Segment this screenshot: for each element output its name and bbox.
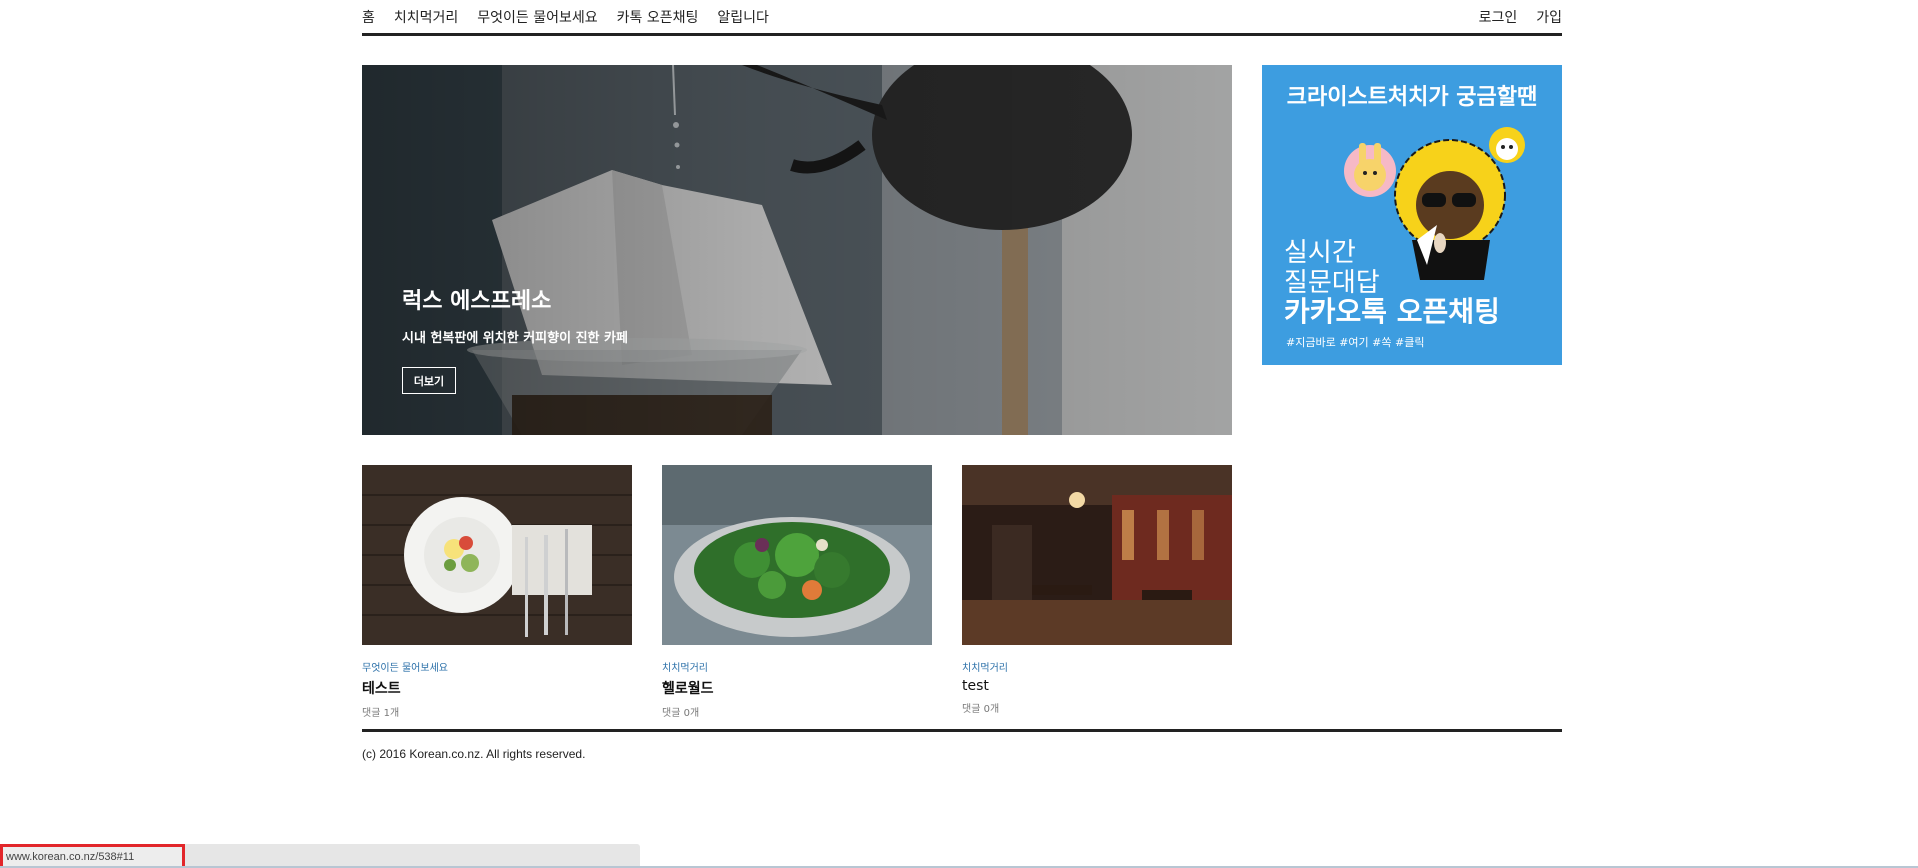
nav-item-food[interactable]: 치치먹거리 — [394, 7, 458, 27]
card-thumbnail-restaurant[interactable] — [962, 465, 1232, 645]
footer-copyright: (c) 2016 Korean.co.nz. All rights reserv… — [362, 747, 586, 761]
nav-item-kakao-openchat[interactable]: 카톡 오픈채팅 — [617, 7, 699, 27]
card-comment-count: 댓글 1개 — [362, 708, 400, 719]
hero-banner[interactable]: 럭스 에스프레소 시내 헌복판에 위치한 커피향이 진한 카페 더보기 — [362, 65, 1232, 435]
footer-divider — [362, 729, 1562, 732]
more-button[interactable]: 더보기 — [402, 367, 456, 394]
ad-headline: 크라이스트처치가 궁금할땐 — [1286, 85, 1538, 110]
card-thumbnail-green-salad[interactable] — [662, 465, 932, 645]
signup-link[interactable]: 가입 — [1536, 7, 1562, 27]
card-category[interactable]: 치치먹거리 — [962, 659, 1232, 674]
nav-left: 홈 치치먹거리 무엇이든 물어보세요 카톡 오픈채팅 알립니다 — [362, 7, 769, 27]
nav-right: 로그인 가입 — [1479, 7, 1562, 27]
hero-subtitle: 시내 헌복판에 위치한 커피향이 진한 카페 — [402, 331, 628, 346]
card-comment-count: 댓글 0개 — [662, 708, 700, 719]
page: 홈 치치먹거리 무엇이든 물어보세요 카톡 오픈채팅 알립니다 로그인 가입 럭… — [0, 0, 1918, 868]
card-title[interactable]: test — [962, 678, 1232, 694]
top-nav: 홈 치치먹거리 무엇이든 물어보세요 카톡 오픈채팅 알립니다 로그인 가입 — [362, 0, 1562, 36]
card-title[interactable]: 테스트 — [362, 678, 632, 698]
post-card[interactable]: 무엇이든 물어보세요 테스트 댓글 1개 — [362, 465, 632, 719]
hero-overlay — [362, 65, 1232, 435]
status-url: www.korean.co.nz/538#11 — [0, 844, 185, 868]
nav-item-notice[interactable]: 알립니다 — [717, 7, 769, 27]
post-card[interactable]: 치치먹거리 헬로월드 댓글 0개 — [662, 465, 932, 719]
ad-hashtags: #지금바로 #여기 #쏙 #클릭 — [1286, 336, 1425, 349]
login-link[interactable]: 로그인 — [1479, 7, 1518, 27]
green-salad-image — [662, 465, 932, 645]
post-card[interactable]: 치치먹거리 test 댓글 0개 — [962, 465, 1232, 719]
card-comment-count: 댓글 0개 — [962, 704, 1000, 715]
restaurant-interior-image — [962, 465, 1232, 645]
post-cards: 무엇이든 물어보세요 테스트 댓글 1개 치치먹거리 헬로월드 댓글 0개 치치… — [362, 465, 1232, 719]
card-thumbnail-salad-plate[interactable] — [362, 465, 632, 645]
card-category[interactable]: 무엇이든 물어보세요 — [362, 659, 632, 674]
hero-title: 럭스 에스프레소 — [402, 289, 552, 314]
kakao-openchat-ad[interactable]: 크라이스트처치가 궁금할땐 실시간 질문대답 카카오톡 오픈채팅 #지금바로 #… — [1262, 65, 1562, 365]
nav-item-home[interactable]: 홈 — [362, 7, 375, 27]
salad-plate-image — [362, 465, 632, 645]
ad-line-kakao-openchat: 카카오톡 오픈채팅 — [1284, 295, 1500, 328]
card-category[interactable]: 치치먹거리 — [662, 659, 932, 674]
card-title[interactable]: 헬로월드 — [662, 678, 932, 698]
nav-item-ask-anything[interactable]: 무엇이든 물어보세요 — [477, 7, 597, 27]
